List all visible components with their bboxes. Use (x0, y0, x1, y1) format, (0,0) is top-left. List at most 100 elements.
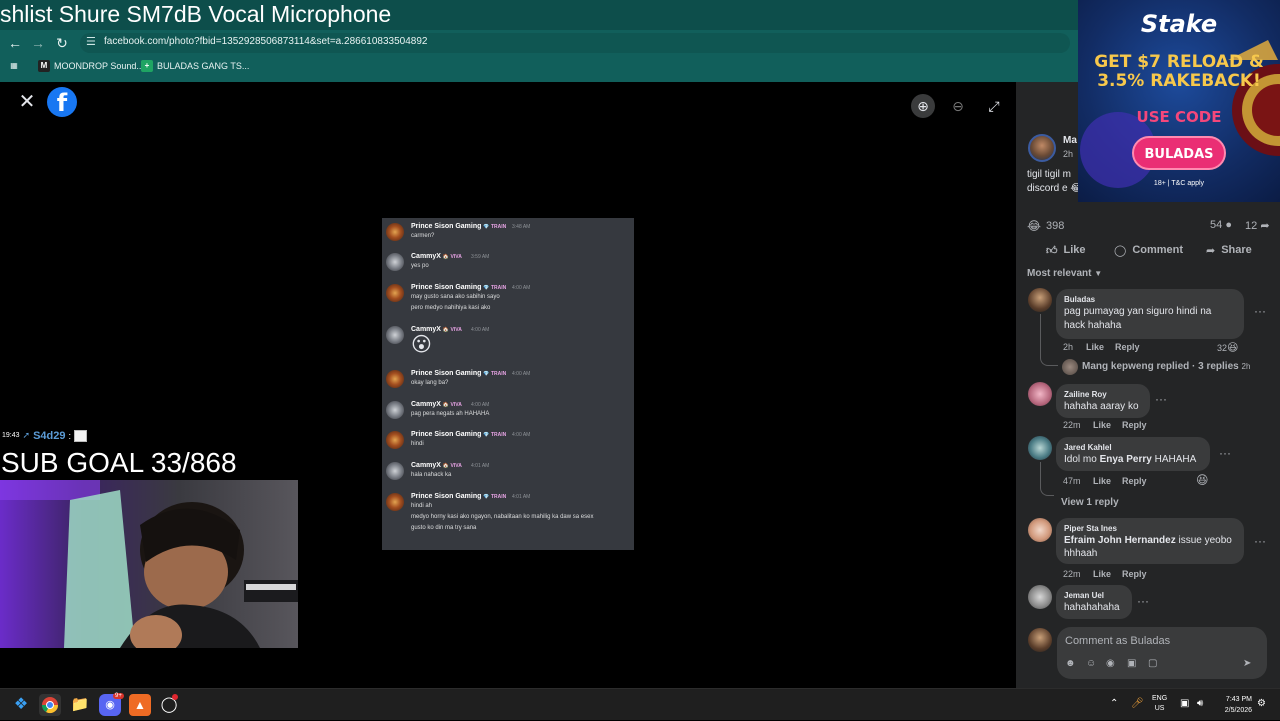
comment-reply-button[interactable]: Reply (1115, 342, 1140, 352)
discord-message-text: pag pera negats ah HAHAHA (411, 411, 490, 417)
comment-text: hack hahaha (1064, 320, 1122, 331)
mention-link[interactable]: Efraim John Hernandez (1064, 535, 1176, 546)
discord-author: Prince Sison Gaming 💎 TRAIN (411, 493, 507, 500)
comment-time[interactable]: 22m (1063, 420, 1081, 430)
chrome-icon[interactable] (39, 694, 61, 716)
stream-wishlist-overlay-text: shlist Shure SM7dB Vocal Microphone (0, 1, 392, 27)
facebook-logo[interactable]: f (47, 87, 77, 117)
view-replies-link[interactable]: Mang kepweng replied · 3 replies 2h (1082, 361, 1250, 372)
view-replies-link[interactable]: View 1 reply (1061, 497, 1119, 508)
comment-time[interactable]: 22m (1063, 569, 1081, 579)
sticker-icon[interactable]: ▢ (1148, 658, 1157, 669)
clock[interactable]: 7:43 PM 2/5/2026 (1212, 694, 1252, 716)
comment-like-button[interactable]: Like (1093, 569, 1111, 579)
comment-author[interactable]: Jared Kahlel (1064, 443, 1112, 452)
comment-reply-button[interactable]: Reply (1122, 569, 1147, 579)
avatar-sticker-icon[interactable]: ☻ (1065, 658, 1076, 669)
discord-timestamp: 3:59 AM (471, 254, 490, 260)
more-options-icon[interactable]: ··· (1155, 392, 1167, 406)
close-icon[interactable]: ✕ (17, 92, 37, 112)
comment-like-button[interactable]: Like (1093, 476, 1111, 486)
avatar[interactable] (1028, 288, 1052, 312)
comment-like-button[interactable]: Like (1093, 420, 1111, 430)
comment-input[interactable] (1065, 633, 1255, 649)
more-options-icon[interactable]: ··· (1137, 594, 1149, 608)
comment-button[interactable]: ◯ Comment (1114, 240, 1183, 260)
url-text: facebook.com/photo?fbid=1352928506873114… (104, 36, 428, 47)
comment-time[interactable]: 47m (1063, 476, 1081, 486)
emoji-icon[interactable]: ☺ (1086, 658, 1096, 669)
post-timestamp[interactable]: 2h (1063, 149, 1073, 159)
avatar[interactable] (1028, 518, 1052, 542)
apps-grid-icon[interactable]: ▦ (8, 60, 20, 72)
back-arrow-icon[interactable]: ← (5, 33, 25, 53)
promo-code-button[interactable]: BULADAS (1132, 136, 1226, 170)
mention-link[interactable]: Enya Perry (1100, 454, 1152, 465)
comment-reply-button[interactable]: Reply (1122, 476, 1147, 486)
comment-author[interactable]: Buladas (1064, 295, 1095, 304)
notification-icon[interactable]: ⚙ (1257, 698, 1266, 709)
post-text-line: tigil tigil m (1027, 169, 1071, 180)
avatar[interactable] (1028, 382, 1052, 406)
zoom-out-icon[interactable]: ⊖ (946, 94, 970, 118)
comment-author[interactable]: Jeman Uel (1064, 591, 1104, 600)
discord-avatar (386, 223, 404, 241)
zoom-in-icon[interactable]: ⊕ (911, 94, 935, 118)
windows-taskbar: ❖ 📁 ◉ 9+ ▲ ◯ ⌃ 🎤︎ ENG US ▣ 🔊︎ 7:43 PM 2/… (0, 688, 1280, 720)
ad-terms: 18+ | T&C apply (1153, 180, 1205, 187)
discord-author: Prince Sison Gaming 💎 TRAIN (411, 431, 507, 438)
bookmark-moondrop[interactable]: M MOONDROP Sound... (38, 60, 144, 72)
discord-timestamp: 4:00 AM (512, 432, 531, 438)
forward-arrow-icon[interactable]: → (28, 33, 48, 53)
chat-timestamp: 19:43 (2, 432, 20, 439)
bookmark-buladas-gang[interactable]: + BULADAS GANG TS... (141, 60, 249, 72)
comment-author[interactable]: Zailine Roy (1064, 390, 1107, 399)
avatar[interactable] (1028, 134, 1056, 162)
discord-role-badge: 🏠 VIVA (442, 402, 462, 408)
volume-icon[interactable]: 🔊︎ (1197, 698, 1203, 709)
chevron-up-icon[interactable]: ⌃ (1110, 698, 1118, 709)
discord-message-text: hindi (411, 441, 424, 447)
post-text-line: discord e 😂 (1027, 183, 1083, 194)
address-bar[interactable]: ☰ facebook.com/photo?fbid=13529285068731… (80, 33, 1070, 53)
gif-icon[interactable]: ▣ (1127, 658, 1136, 669)
microphone-icon[interactable]: 🎤︎ (1131, 698, 1144, 709)
comment-reaction-count[interactable]: 32😆 (1217, 341, 1238, 354)
reactions-summary[interactable]: 😂 398 (1027, 219, 1064, 233)
comment-author[interactable]: Piper Sta Ines (1064, 524, 1117, 533)
comment-sort-dropdown[interactable]: Most relevant ▼ (1027, 268, 1102, 279)
more-options-icon[interactable]: ··· (1254, 304, 1266, 318)
site-info-icon[interactable]: ☰ (86, 35, 96, 48)
more-options-icon[interactable]: ··· (1219, 446, 1231, 460)
camera-icon[interactable]: ◉ (1106, 658, 1115, 669)
like-button[interactable]: 👍︎ Like (1046, 240, 1086, 260)
network-icon[interactable]: ▣ (1180, 698, 1189, 709)
avatar[interactable] (1028, 585, 1052, 609)
avatar[interactable] (1028, 628, 1052, 652)
comment-text: hhhaah (1064, 548, 1098, 559)
comment-like-button[interactable]: Like (1086, 342, 1104, 352)
language-indicator[interactable]: ENG US (1152, 694, 1167, 714)
discord-author: CammyX 🏠 VIVA (411, 462, 462, 469)
send-icon[interactable]: ➤ (1243, 658, 1251, 669)
chat-username: S4d29 (33, 429, 66, 442)
comment-time[interactable]: 2h (1063, 342, 1073, 352)
share-button[interactable]: ➦ Share (1206, 240, 1252, 260)
bookmark-label: BULADAS GANG TS... (157, 61, 250, 71)
windows-start-icon[interactable]: ❖ (10, 694, 32, 716)
haha-reaction-icon[interactable]: 😆 (1196, 473, 1209, 487)
reload-icon[interactable]: ↻ (52, 33, 72, 53)
discord-timestamp: 4:00 AM (471, 327, 490, 333)
share-count[interactable]: 12 ➦ (1245, 219, 1270, 232)
file-explorer-icon[interactable]: 📁 (69, 694, 91, 716)
stake-advertisement[interactable]: Stake GET $7 RELOAD & 3.5% RAKEBACK! USE… (1078, 0, 1280, 202)
app-icon[interactable]: ▲ (129, 694, 151, 716)
comment-count[interactable]: 54 ● (1210, 219, 1232, 231)
avatar[interactable] (1028, 436, 1052, 460)
discord-author: Prince Sison Gaming 💎 TRAIN (411, 284, 507, 291)
post-author-name[interactable]: Ma (1063, 135, 1077, 146)
bookmarks-bar: ▦ M MOONDROP Sound... + BULADAS GANG TS.… (0, 56, 1078, 78)
comment-reply-button[interactable]: Reply (1122, 420, 1147, 430)
more-options-icon[interactable]: ··· (1254, 534, 1266, 548)
fullscreen-icon[interactable]: ⤢ (982, 94, 1006, 118)
